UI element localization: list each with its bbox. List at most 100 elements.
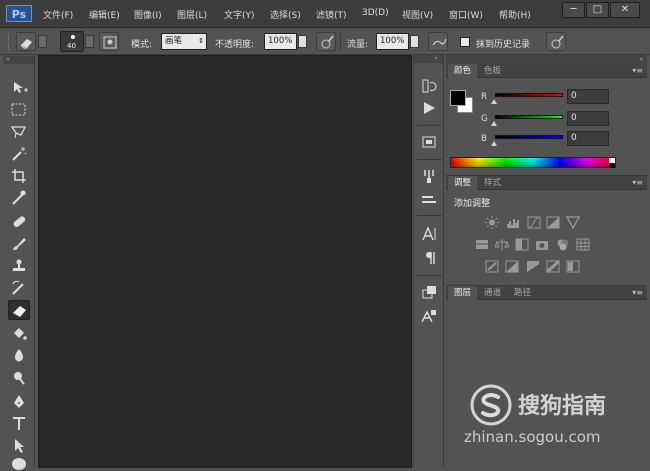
- foreground-color-swatch[interactable]: [450, 90, 466, 106]
- airbrush-toggle[interactable]: [428, 32, 448, 51]
- character-styles-button[interactable]: [419, 307, 439, 325]
- pressure-size-toggle[interactable]: [546, 32, 566, 51]
- document-canvas-area[interactable]: [38, 55, 412, 468]
- tab-layers[interactable]: 图层: [448, 286, 478, 300]
- menu-filter[interactable]: 滤镜(T): [316, 8, 347, 21]
- clone-source-button[interactable]: [419, 191, 439, 209]
- healing-brush-tool[interactable]: [8, 212, 30, 232]
- blue-value-input[interactable]: 0: [567, 131, 609, 146]
- panel-menu-icon[interactable]: ▾≡: [632, 66, 643, 75]
- shape-tool[interactable]: [8, 454, 30, 470]
- brightness-contrast-icon[interactable]: [485, 216, 499, 229]
- invert-icon[interactable]: [485, 260, 499, 273]
- move-tool[interactable]: [8, 78, 30, 98]
- eyedropper-tool[interactable]: [8, 188, 30, 208]
- hue-saturation-icon[interactable]: [475, 238, 489, 251]
- paragraph-panel-button[interactable]: [419, 249, 439, 267]
- opacity-dropdown[interactable]: [298, 35, 307, 48]
- character-panel-button[interactable]: [419, 225, 439, 243]
- green-slider[interactable]: [495, 115, 563, 119]
- eraser-tool[interactable]: [8, 300, 30, 320]
- mode-select[interactable]: 画笔 ⇕: [161, 33, 207, 50]
- green-slider-thumb[interactable]: [491, 121, 497, 126]
- pen-tool[interactable]: [8, 392, 30, 412]
- blue-slider[interactable]: [495, 135, 563, 139]
- menu-type[interactable]: 文字(Y): [224, 8, 255, 21]
- type-tool[interactable]: [8, 414, 30, 434]
- menu-file[interactable]: 文件(F): [43, 8, 73, 21]
- menu-image[interactable]: 图像(I): [134, 8, 162, 21]
- color-lookup-icon[interactable]: [576, 238, 590, 251]
- properties-panel-button[interactable]: [419, 133, 439, 151]
- dock-collapse-icon[interactable]: «: [414, 55, 443, 63]
- posterize-icon[interactable]: [505, 260, 519, 273]
- channel-mixer-icon[interactable]: [556, 238, 570, 251]
- history-checkbox[interactable]: [460, 37, 470, 47]
- history-panel-button[interactable]: [419, 77, 439, 95]
- menu-select[interactable]: 选择(S): [270, 8, 301, 21]
- history-brush-tool[interactable]: [8, 278, 30, 298]
- curves-icon[interactable]: [527, 216, 541, 229]
- color-balance-icon[interactable]: [494, 238, 510, 251]
- marquee-tool[interactable]: [8, 100, 30, 120]
- opacity-input[interactable]: 100%: [264, 33, 297, 50]
- tab-paths[interactable]: 路径: [508, 286, 537, 300]
- minimize-button[interactable]: ─: [562, 2, 585, 18]
- red-value-input[interactable]: 0: [567, 89, 609, 104]
- restore-button[interactable]: □: [586, 2, 609, 18]
- actions-panel-button[interactable]: [419, 99, 439, 117]
- menu-help[interactable]: 帮助(H): [499, 8, 531, 21]
- pressure-opacity-toggle[interactable]: [316, 32, 336, 51]
- vibrance-icon[interactable]: [565, 216, 581, 230]
- options-grip[interactable]: [8, 33, 11, 50]
- black-white-icon[interactable]: [515, 238, 529, 251]
- brush-presets-button[interactable]: [419, 167, 439, 185]
- blue-slider-thumb[interactable]: [491, 141, 497, 146]
- brush-preset-picker[interactable]: 40: [60, 31, 84, 52]
- brush-panel-toggle[interactable]: [99, 32, 119, 51]
- panel-collapse-icon[interactable]: »: [446, 55, 647, 64]
- menu-3d[interactable]: 3D(D): [362, 8, 389, 18]
- layer-comps-button[interactable]: [419, 283, 439, 301]
- panel-menu-icon[interactable]: ▾≡: [632, 288, 643, 297]
- tab-swatches[interactable]: 色板: [478, 64, 507, 78]
- gradient-map-icon[interactable]: [566, 260, 580, 273]
- tab-styles[interactable]: 样式: [478, 176, 507, 190]
- preset-dropdown[interactable]: [38, 35, 47, 48]
- clone-stamp-tool[interactable]: [8, 256, 30, 276]
- red-slider[interactable]: [495, 93, 563, 97]
- spectrum-black-chip[interactable]: [609, 163, 615, 168]
- color-spectrum-ramp[interactable]: [450, 157, 616, 168]
- menu-edit[interactable]: 编辑(E): [89, 8, 120, 21]
- lasso-tool[interactable]: [8, 122, 30, 142]
- magic-wand-tool[interactable]: [8, 144, 30, 164]
- lasso-icon: [10, 126, 27, 139]
- threshold-icon[interactable]: [526, 260, 540, 273]
- menu-view[interactable]: 视图(V): [402, 8, 433, 21]
- flow-input[interactable]: 100%: [376, 33, 409, 50]
- selective-color-icon[interactable]: [545, 259, 561, 274]
- red-slider-thumb[interactable]: [491, 99, 497, 104]
- brush-dropdown[interactable]: [85, 35, 94, 48]
- dock-divider: [417, 125, 442, 126]
- panel-menu-icon[interactable]: ▾≡: [632, 178, 643, 187]
- tab-color[interactable]: 颜色: [448, 64, 478, 78]
- brush-tool[interactable]: [8, 234, 30, 254]
- blur-tool[interactable]: [8, 346, 30, 366]
- paint-bucket-tool[interactable]: [8, 324, 30, 344]
- close-button[interactable]: ✕: [610, 2, 640, 18]
- toolbar-collapse-icon[interactable]: »: [3, 56, 34, 64]
- tab-adjustments[interactable]: 调整: [448, 176, 478, 190]
- dodge-tool[interactable]: [8, 368, 30, 388]
- menu-window[interactable]: 窗口(W): [449, 8, 483, 21]
- exposure-icon[interactable]: [546, 216, 560, 229]
- menu-layer[interactable]: 图层(L): [177, 8, 207, 21]
- crop-tool[interactable]: [8, 166, 30, 186]
- tab-channels[interactable]: 通道: [478, 286, 507, 300]
- path-selection-tool[interactable]: [8, 436, 30, 456]
- levels-icon[interactable]: [506, 216, 520, 229]
- photo-filter-icon[interactable]: [535, 238, 549, 251]
- flow-dropdown[interactable]: [410, 35, 419, 48]
- eraser-tool-preset[interactable]: [16, 32, 36, 51]
- green-value-input[interactable]: 0: [567, 111, 609, 126]
